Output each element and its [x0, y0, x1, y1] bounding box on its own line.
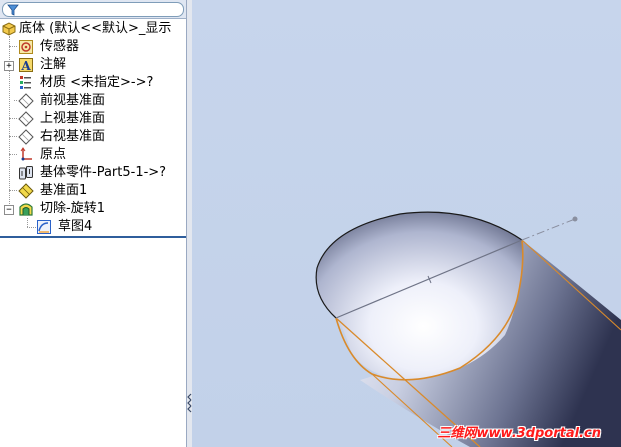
plane-icon: [18, 111, 34, 127]
tree-item-top-plane[interactable]: 上视基准面: [18, 110, 178, 128]
part-icon: [2, 22, 16, 36]
tree-connector: [27, 227, 36, 228]
collapse-toggle[interactable]: −: [4, 205, 14, 215]
tree-item-label: 前视基准面: [40, 93, 106, 108]
tree-connector: [27, 218, 28, 227]
plane1-icon: [18, 183, 34, 199]
tree-root-label: 底体 (默认<<默认>_显示: [19, 21, 172, 36]
tree-root-part[interactable]: 底体 (默认<<默认>_显示: [1, 20, 186, 38]
tree-item-sketch4[interactable]: 草图4: [36, 218, 176, 236]
plane-icon: [18, 129, 34, 145]
origin-icon: [20, 147, 32, 161]
tree-filter-field[interactable]: [2, 2, 184, 17]
tree-item-cut-revolve[interactable]: 切除-旋转1: [18, 200, 178, 218]
expand-toggle[interactable]: +: [4, 61, 14, 71]
tree-item-front-plane[interactable]: 前视基准面: [18, 92, 178, 110]
tree-item-label: 传感器: [40, 39, 80, 54]
tree-item-sensors[interactable]: 传感器: [18, 38, 178, 56]
tree-item-annotations[interactable]: A 注解: [18, 56, 178, 74]
tree-connector: [9, 118, 17, 119]
tree-item-label: 基体零件-Part5-1->?: [40, 165, 167, 180]
cut-revolve-icon: [19, 203, 33, 216]
tree-item-label: 草图4: [58, 219, 93, 234]
tree-item-label: 上视基准面: [40, 111, 106, 126]
tree-item-right-plane[interactable]: 右视基准面: [18, 128, 178, 146]
tree-item-label: 切除-旋转1: [40, 201, 105, 216]
tree-item-label: 基准面1: [40, 183, 88, 198]
tree-connector: [9, 190, 17, 191]
tree-item-label: 原点: [40, 147, 67, 162]
tree-item-label: 右视基准面: [40, 129, 106, 144]
material-icon: [20, 76, 31, 89]
tree-connector: [14, 100, 17, 101]
tree-item-origin[interactable]: 原点: [18, 146, 178, 164]
svg-text:A: A: [20, 59, 31, 73]
filter-bar: [0, 0, 186, 19]
tree-connector: [9, 46, 17, 47]
tree-item-material[interactable]: 材质 <未指定>->?: [18, 74, 186, 92]
plane-icon: [18, 93, 34, 109]
tree-connector: [9, 154, 17, 155]
tree-item-label: 材质 <未指定>->?: [40, 75, 154, 90]
tree-connector: [9, 136, 17, 137]
axis-endpoint[interactable]: [572, 216, 578, 222]
tree-item-label: 注解: [40, 57, 67, 72]
feature-tree-panel: 底体 (默认<<默认>_显示 传感器 + A 注解 材质 <未指定>->? 前视…: [0, 0, 187, 447]
tree-item-base-part[interactable]: 基体零件-Part5-1->?: [18, 164, 186, 182]
base-part-icon: [19, 166, 33, 180]
annotation-icon: A: [19, 58, 33, 73]
rollback-bar[interactable]: [0, 236, 186, 238]
sketch-icon: [37, 220, 51, 234]
tree-item-plane1[interactable]: 基准面1: [18, 182, 178, 200]
graphics-viewport[interactable]: [192, 0, 621, 447]
filter-icon[interactable]: [7, 4, 19, 16]
sensor-icon: [19, 40, 33, 54]
watermark-text: 三维网www.3dportal.cn: [437, 426, 601, 441]
